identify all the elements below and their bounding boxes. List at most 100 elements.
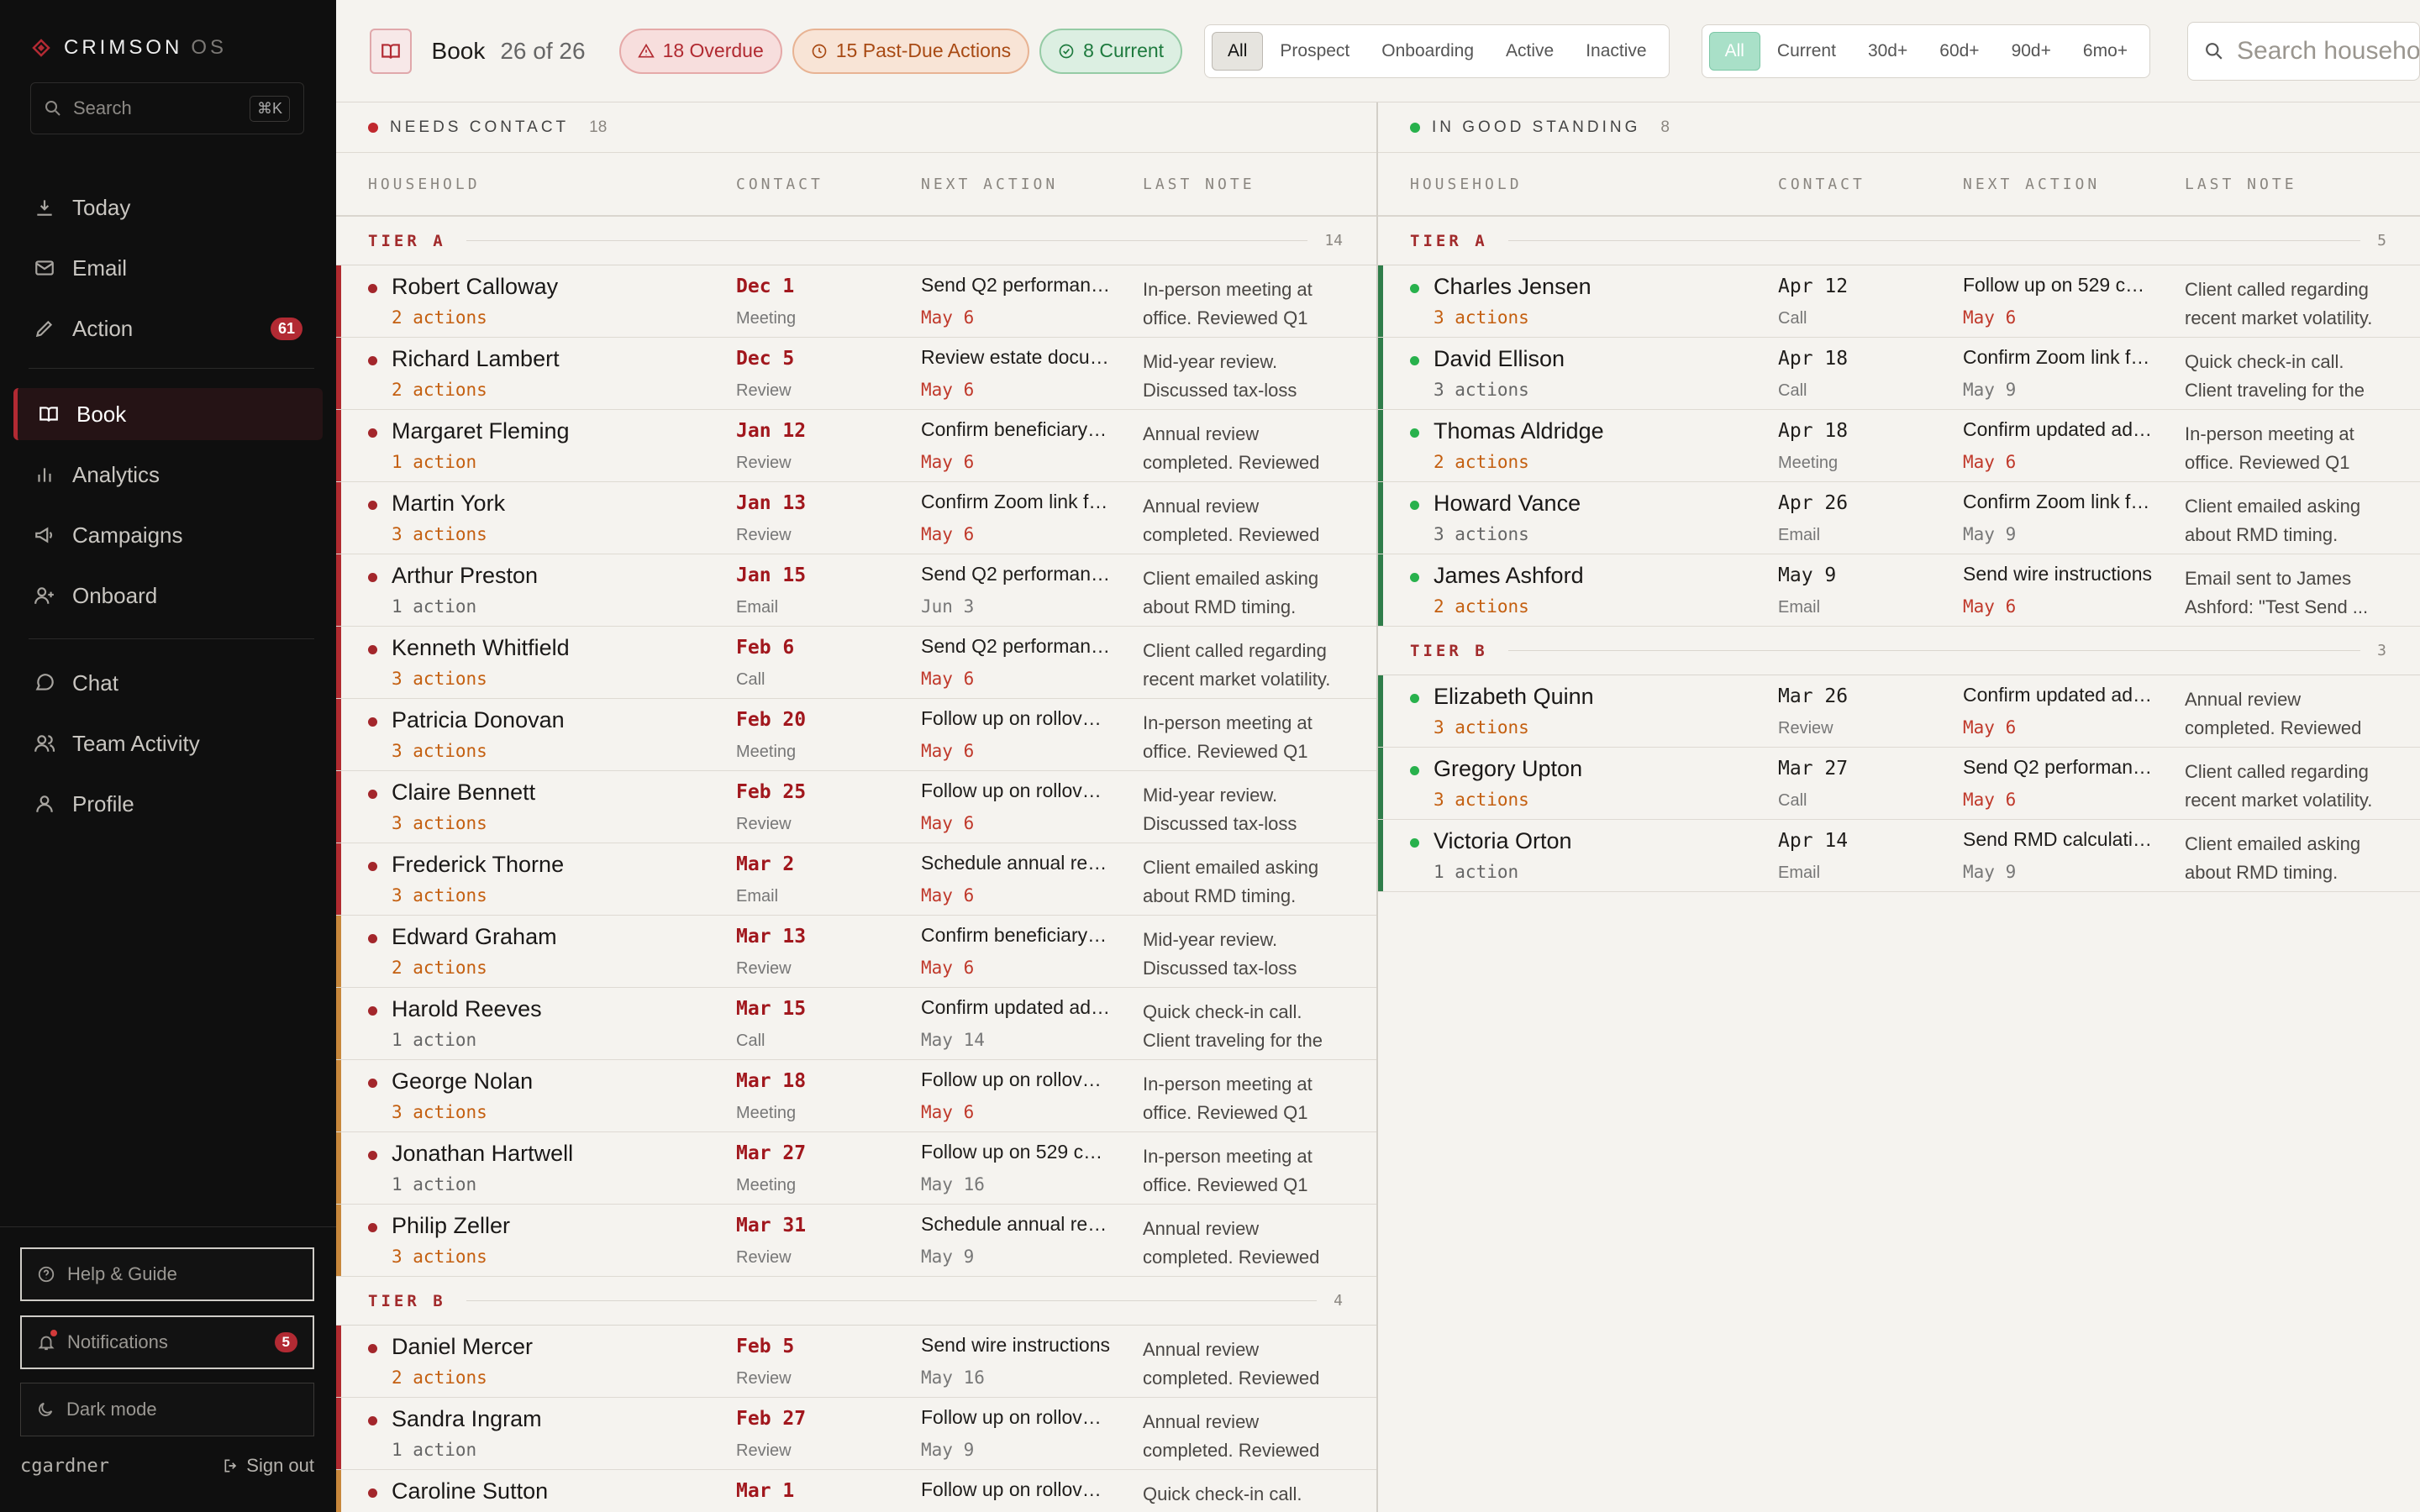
household-row[interactable]: Sandra Ingram 1 action Feb 27 Review Follow … [336, 1398, 1376, 1470]
sidebar-item-analytics[interactable]: Analytics [13, 449, 323, 501]
household-name[interactable]: Robert Calloway [392, 274, 558, 300]
household-name[interactable]: Thomas Aldridge [1434, 418, 1604, 444]
next-action[interactable]: Follow up on 529 contribution [1963, 274, 2153, 297]
household-row[interactable]: Daniel Mercer 2 actions Feb 5 Review Send wi… [336, 1326, 1376, 1398]
action-count[interactable]: 1 action [392, 596, 476, 617]
next-action[interactable]: Confirm updated address [1963, 684, 2153, 706]
action-count[interactable]: 3 actions [392, 741, 487, 761]
household-row[interactable]: Victoria Orton 1 action Apr 14 Email Send RM… [1378, 820, 2420, 892]
age-filter-90d[interactable]: 90d+ [1996, 33, 2066, 70]
household-row[interactable]: Edward Graham 2 actions Mar 13 Review Confir… [336, 916, 1376, 988]
household-row[interactable]: Richard Lambert 2 actions Dec 5 Review Revie… [336, 338, 1376, 410]
stage-filter-inactive[interactable]: Inactive [1570, 33, 1661, 70]
age-filter-60d[interactable]: 60d+ [1924, 33, 1994, 70]
next-action[interactable]: Review estate documents [921, 346, 1111, 369]
next-action[interactable]: Follow up on rollover paperwork [921, 1478, 1111, 1501]
household-row[interactable]: Martin York 3 actions Jan 13 Review Confirm … [336, 482, 1376, 554]
household-row[interactable]: Jonathan Hartwell 1 action Mar 27 Meeting Fo… [336, 1132, 1376, 1205]
household-name[interactable]: Daniel Mercer [392, 1334, 533, 1360]
next-action[interactable]: Send wire instructions [921, 1334, 1111, 1357]
household-name[interactable]: Margaret Fleming [392, 418, 570, 444]
book-view-button[interactable] [370, 28, 412, 74]
household-name[interactable]: Harold Reeves [392, 996, 542, 1022]
household-name[interactable]: Jonathan Hartwell [392, 1141, 573, 1167]
household-row[interactable]: Patricia Donovan 3 actions Feb 20 Meeting Fo… [336, 699, 1376, 771]
sidebar-item-campaigns[interactable]: Campaigns [13, 509, 323, 561]
action-count[interactable]: 1 action [392, 1440, 476, 1460]
age-filter-30d[interactable]: 30d+ [1853, 33, 1923, 70]
next-action[interactable]: Schedule annual review [921, 852, 1111, 874]
sidebar-item-chat[interactable]: Chat [13, 657, 323, 709]
header-next-action[interactable]: NEXT ACTION [921, 176, 1058, 193]
stage-filter-active[interactable]: Active [1491, 33, 1569, 70]
age-filter-6mo[interactable]: 6mo+ [2068, 33, 2143, 70]
overdue-filter-pill[interactable]: 18 Overdue [618, 28, 782, 74]
next-action[interactable]: Follow up on rollover paperwork [921, 707, 1111, 730]
household-name[interactable]: Kenneth Whitfield [392, 635, 570, 661]
action-count[interactable]: 3 actions [392, 1102, 487, 1122]
action-count[interactable]: 1 action [392, 1030, 476, 1050]
current-filter-pill[interactable]: 8 Current [1039, 28, 1183, 74]
household-name[interactable]: Claire Bennett [392, 780, 535, 806]
household-name[interactable]: Frederick Thorne [392, 852, 564, 878]
header-last-note[interactable]: LAST NOTE [2185, 176, 2297, 193]
next-action[interactable]: Confirm Zoom link for review [1963, 491, 2153, 513]
next-action[interactable]: Send RMD calculation [1963, 828, 2153, 851]
action-count[interactable]: 1 action [392, 452, 476, 472]
action-count[interactable]: 2 actions [392, 307, 487, 328]
next-action[interactable]: Send Q2 performance report [921, 274, 1111, 297]
stage-filter-prospect[interactable]: Prospect [1265, 33, 1365, 70]
help-guide-button[interactable]: Help & Guide [20, 1247, 314, 1301]
household-name[interactable]: James Ashford [1434, 563, 1584, 589]
header-household[interactable]: HOUSEHOLD [368, 176, 481, 193]
next-action[interactable]: Send Q2 performance report [1963, 756, 2153, 779]
action-count[interactable]: 3 actions [392, 1247, 487, 1267]
header-last-note[interactable]: LAST NOTE [1143, 176, 1255, 193]
household-row[interactable]: Claire Bennett 3 actions Feb 25 Review Follo… [336, 771, 1376, 843]
action-count[interactable]: 3 actions [392, 524, 487, 544]
household-row[interactable]: Kenneth Whitfield 3 actions Feb 6 Call Send … [336, 627, 1376, 699]
next-action[interactable]: Follow up on rollover paperwork [921, 780, 1111, 802]
sidebar-item-action[interactable]: Action 61 [13, 302, 323, 354]
stage-filter-all[interactable]: All [1212, 31, 1264, 71]
sign-out-button[interactable]: Sign out [223, 1455, 314, 1477]
household-name[interactable]: Howard Vance [1434, 491, 1581, 517]
household-row[interactable]: Harold Reeves 1 action Mar 15 Call Confirm u… [336, 988, 1376, 1060]
household-row[interactable]: George Nolan 3 actions Mar 18 Meeting Follow… [336, 1060, 1376, 1132]
next-action[interactable]: Send wire instructions [1963, 563, 2153, 585]
action-count[interactable]: 2 actions [392, 958, 487, 978]
household-search[interactable]: Search households [2187, 21, 2420, 81]
next-action[interactable]: Send Q2 performance report [921, 563, 1111, 585]
past-due-filter-pill[interactable]: 15 Past-Due Actions [792, 28, 1030, 74]
household-name[interactable]: Martin York [392, 491, 505, 517]
action-count[interactable]: 3 actions [1434, 717, 1529, 738]
household-name[interactable]: Sandra Ingram [392, 1406, 542, 1432]
action-count[interactable]: 3 actions [1434, 790, 1529, 810]
next-action[interactable]: Send Q2 performance report [921, 635, 1111, 658]
action-count[interactable]: 3 actions [1434, 380, 1529, 400]
age-filter-all[interactable]: All [1708, 31, 1760, 71]
sidebar-item-book[interactable]: Book [13, 388, 323, 440]
action-count[interactable]: 3 actions [392, 669, 487, 689]
header-contact[interactable]: CONTACT [736, 176, 823, 193]
next-action[interactable]: Follow up on 529 contribution [921, 1141, 1111, 1163]
action-count[interactable]: 3 actions [1434, 307, 1529, 328]
household-name[interactable]: Philip Zeller [392, 1213, 510, 1239]
next-action[interactable]: Follow up on rollover paperwork [921, 1406, 1111, 1429]
household-row[interactable]: David Ellison 3 actions Apr 18 Call Confirm … [1378, 338, 2420, 410]
header-household[interactable]: HOUSEHOLD [1410, 176, 1523, 193]
dark-mode-toggle[interactable]: Dark mode [20, 1383, 314, 1436]
next-action[interactable]: Schedule annual review [921, 1213, 1111, 1236]
header-contact[interactable]: CONTACT [1778, 176, 1865, 193]
household-name[interactable]: Caroline Sutton [392, 1478, 548, 1504]
action-count[interactable]: 3 actions [392, 813, 487, 833]
household-name[interactable]: Victoria Orton [1434, 828, 1572, 854]
household-row[interactable]: Gregory Upton 3 actions Mar 27 Call Send Q2 … [1378, 748, 2420, 820]
next-action[interactable]: Confirm beneficiary designations [921, 418, 1111, 441]
household-row[interactable]: Caroline Sutton1 actionMar 1CallFollow u… [336, 1470, 1376, 1512]
action-count[interactable]: 3 actions [1434, 524, 1529, 544]
next-action[interactable]: Confirm Zoom link for review [1963, 346, 2153, 369]
next-action[interactable]: Confirm Zoom link for review [921, 491, 1111, 513]
household-name[interactable]: David Ellison [1434, 346, 1565, 372]
header-next-action[interactable]: NEXT ACTION [1963, 176, 2100, 193]
